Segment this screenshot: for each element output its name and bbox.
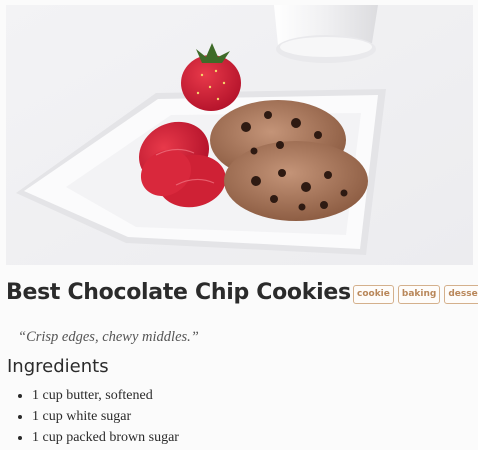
ingredients-heading: Ingredients	[7, 356, 109, 377]
tag-baking[interactable]: baking	[397, 285, 441, 304]
recipe-tagline: “Crisp edges, chewy middles.”	[18, 329, 199, 345]
tag-list: cookie baking dessert	[353, 285, 478, 304]
ingredient-item: 1 cup butter, softened	[32, 386, 179, 407]
ingredient-item: 1 cup white sugar	[32, 407, 179, 428]
tag-dessert[interactable]: dessert	[444, 285, 478, 304]
ingredient-item: 1 cup packed brown sugar	[32, 428, 179, 449]
ingredients-list: 1 cup butter, softened 1 cup white sugar…	[12, 386, 179, 449]
tag-cookie[interactable]: cookie	[353, 285, 394, 304]
recipe-title: Best Chocolate Chip Cookies	[6, 280, 351, 305]
hero-image	[6, 5, 473, 265]
